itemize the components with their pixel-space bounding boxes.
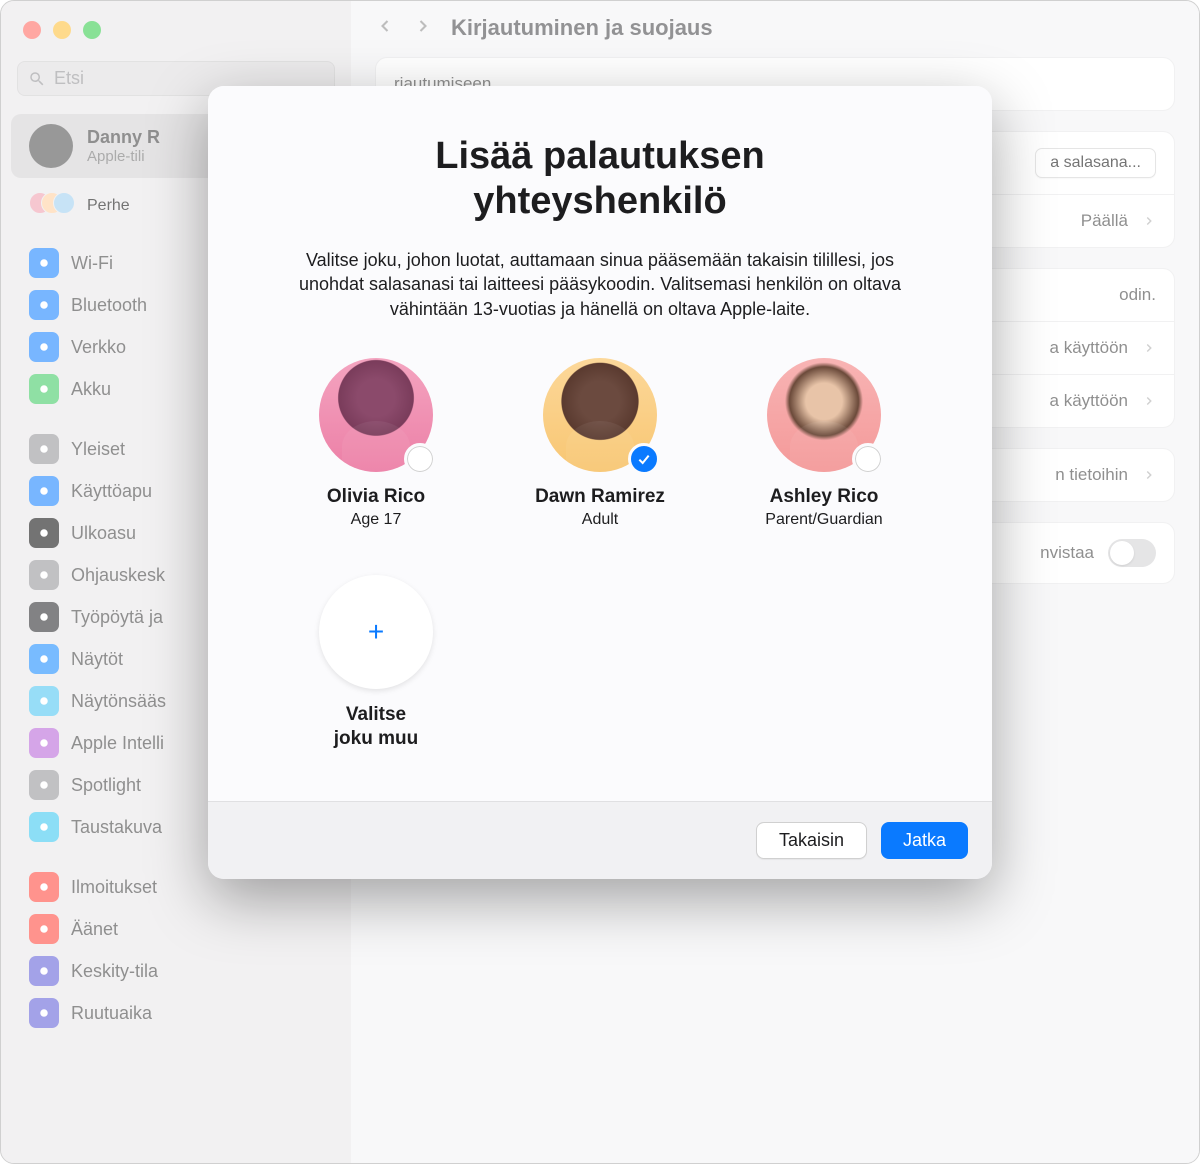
back-button[interactable]: Takaisin bbox=[756, 822, 867, 859]
contact-role: Parent/Guardian bbox=[765, 511, 882, 529]
continue-button[interactable]: Jatka bbox=[881, 822, 968, 859]
contact-dawn[interactable]: Dawn Ramirez Adult bbox=[510, 358, 690, 529]
modal-description: Valitse joku, johon luotat, auttamaan si… bbox=[266, 248, 934, 322]
contact-name: Olivia Rico bbox=[327, 486, 425, 508]
selection-indicator-checked bbox=[628, 443, 660, 475]
add-recovery-contact-modal: Lisää palautuksenyhteyshenkilö Valitse j… bbox=[208, 86, 992, 879]
checkmark-icon bbox=[636, 451, 652, 467]
choose-someone-else-button[interactable]: + Valitsejoku muu bbox=[286, 575, 466, 751]
contact-ashley[interactable]: Ashley Rico Parent/Guardian bbox=[734, 358, 914, 529]
contact-name: Dawn Ramirez bbox=[535, 486, 665, 508]
contact-role: Adult bbox=[582, 511, 618, 529]
contacts-grid: Olivia Rico Age 17 Dawn Ramirez Adult bbox=[266, 358, 934, 529]
add-circle: + bbox=[319, 575, 433, 689]
add-label: Valitsejoku muu bbox=[334, 703, 418, 751]
contact-role: Age 17 bbox=[351, 511, 402, 529]
plus-icon: + bbox=[368, 616, 384, 648]
selection-indicator-empty bbox=[404, 443, 436, 475]
contact-olivia[interactable]: Olivia Rico Age 17 bbox=[286, 358, 466, 529]
modal-footer: Takaisin Jatka bbox=[208, 801, 992, 879]
selection-indicator-empty bbox=[852, 443, 884, 475]
modal-title: Lisää palautuksenyhteyshenkilö bbox=[266, 134, 934, 224]
contact-name: Ashley Rico bbox=[770, 486, 879, 508]
